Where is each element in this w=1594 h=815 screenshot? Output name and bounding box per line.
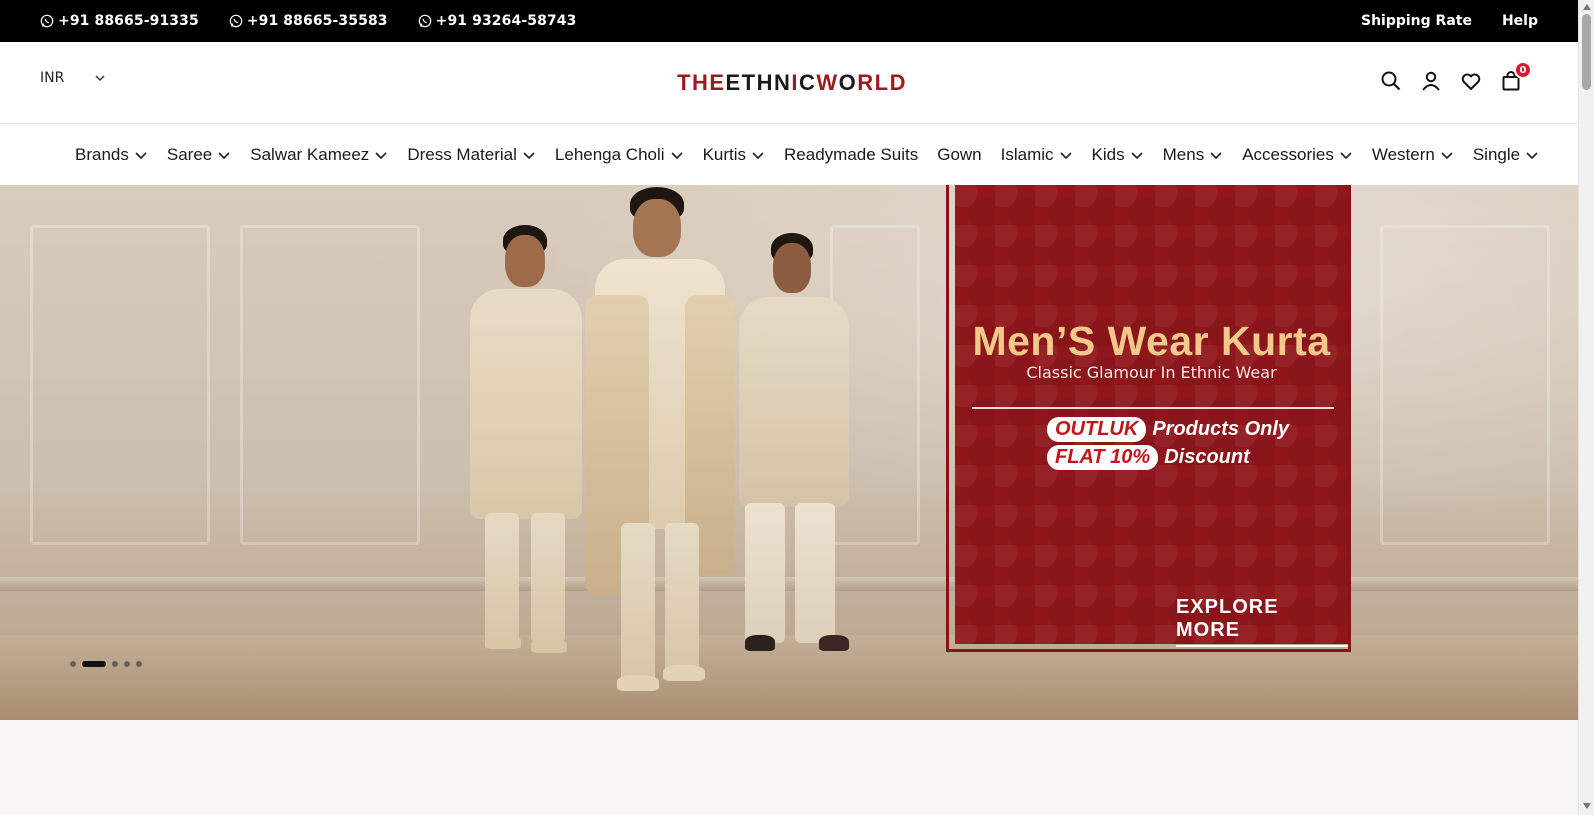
model-figure (575, 185, 745, 705)
slider-dot[interactable] (112, 661, 118, 667)
scrollbar-thumb[interactable] (1582, 14, 1591, 90)
slider-dot[interactable] (136, 661, 142, 667)
chevron-down-icon (670, 151, 683, 159)
chevron-down-icon (375, 151, 387, 159)
cart-count-badge: 0 (1514, 61, 1532, 79)
currency-selector[interactable]: INR (40, 70, 106, 86)
nav-item-mens[interactable]: Mens (1163, 145, 1224, 165)
nav-item-islamic[interactable]: Islamic (1001, 145, 1073, 165)
chevron-down-icon (1059, 151, 1072, 159)
brand-pill: OUTLUK (1047, 417, 1147, 442)
page-scrollbar[interactable] (1578, 0, 1594, 815)
shipping-rate-link[interactable]: Shipping Rate (1361, 13, 1472, 29)
scroll-down-arrow-icon[interactable] (1583, 803, 1591, 809)
chevron-down-icon (1340, 151, 1352, 159)
wall-panel (1380, 225, 1550, 545)
slider-dot-active[interactable] (82, 661, 106, 667)
site-header: INR THEETHNICWORLD 0 (0, 42, 1578, 124)
promo-discount-text: Discount (1164, 446, 1250, 468)
main-nav: Brands Saree Salwar Kameez Dress Materia… (0, 124, 1578, 185)
chevron-down-icon (135, 151, 147, 159)
chevron-down-icon (752, 151, 764, 159)
phone-link[interactable]: +91 88665-35583 (229, 13, 388, 29)
help-link[interactable]: Help (1502, 13, 1538, 29)
page: +91 88665-91335 +91 88665-35583 +91 9326… (0, 0, 1578, 815)
phone-number: +91 88665-35583 (246, 13, 388, 29)
search-icon (1381, 71, 1401, 91)
slider-dots (70, 661, 142, 667)
nav-item-kurtis[interactable]: Kurtis (703, 145, 765, 165)
chevron-down-icon (1441, 151, 1453, 159)
wall-panel (30, 225, 210, 545)
chevron-down-icon (1526, 151, 1538, 159)
top-links: Shipping Rate Help (1361, 0, 1538, 42)
nav-item-single[interactable]: Single (1473, 145, 1539, 165)
whatsapp-icon (229, 14, 243, 28)
promo-subtitle: Classic Glamour In Ethnic Wear (1026, 363, 1277, 382)
phone-link[interactable]: +91 88665-91335 (40, 13, 199, 29)
model-figure (725, 233, 865, 663)
nav-item-gown[interactable]: Gown (937, 145, 981, 165)
header-actions: 0 (1380, 61, 1532, 92)
slider-dot[interactable] (124, 661, 130, 667)
account-button[interactable] (1420, 70, 1442, 92)
nav-item-saree[interactable]: Saree (167, 145, 231, 165)
phone-link[interactable]: +91 93264-58743 (418, 13, 577, 29)
top-bar: +91 88665-91335 +91 88665-35583 +91 9326… (0, 0, 1578, 42)
search-button[interactable] (1380, 70, 1402, 92)
promo-offer-row: OUTLUK Products Only (1047, 417, 1289, 442)
user-icon (1422, 71, 1440, 91)
promo-divider (972, 407, 1334, 409)
slider-dot[interactable] (70, 661, 76, 667)
whatsapp-icon (418, 14, 431, 28)
nav-item-salwar-kameez[interactable]: Salwar Kameez (250, 145, 388, 165)
model-figure (455, 223, 595, 663)
scroll-up-arrow-icon[interactable] (1583, 4, 1591, 10)
nav-item-western[interactable]: Western (1372, 145, 1454, 165)
chevron-down-icon (523, 151, 535, 159)
chevron-down-icon (95, 75, 105, 82)
promo-title: Men’S Wear Kurta (972, 318, 1331, 364)
phone-list: +91 88665-91335 +91 88665-35583 +91 9326… (40, 0, 576, 42)
wishlist-button[interactable] (1460, 70, 1482, 92)
promo-offer-text: Products Only (1152, 418, 1290, 440)
promo-discount-row: FLAT 10% Discount (1047, 445, 1250, 470)
phone-number: +91 93264-58743 (435, 13, 577, 29)
whatsapp-icon (40, 14, 54, 28)
nav-item-kids[interactable]: Kids (1092, 145, 1144, 165)
nav-item-accessories[interactable]: Accessories (1242, 145, 1353, 165)
discount-pill: FLAT 10% (1047, 445, 1159, 470)
chevron-down-icon (1131, 151, 1143, 159)
promo-background: Men’S Wear Kurta Classic Glamour In Ethn… (955, 185, 1348, 647)
currency-value: INR (40, 70, 65, 86)
promo-panel: Men’S Wear Kurta Classic Glamour In Ethn… (946, 185, 1351, 652)
nav-item-dress-material[interactable]: Dress Material (407, 145, 536, 165)
cart-button[interactable]: 0 (1500, 61, 1532, 92)
nav-item-lehenga-choli[interactable]: Lehenga Choli (555, 145, 684, 165)
phone-number: +91 88665-91335 (58, 13, 199, 29)
chevron-down-icon (1210, 151, 1222, 159)
hero-banner[interactable]: Men’S Wear Kurta Classic Glamour In Ethn… (0, 185, 1578, 720)
site-logo[interactable]: THEETHNICWORLD (677, 70, 907, 96)
chevron-down-icon (218, 151, 230, 159)
wall-panel (240, 225, 420, 545)
explore-more-link[interactable]: EXPLORE MORE (1176, 596, 1348, 647)
nav-item-readymade-suits[interactable]: Readymade Suits (784, 145, 918, 165)
nav-item-brands[interactable]: Brands (75, 145, 148, 165)
heart-icon (1461, 73, 1481, 90)
